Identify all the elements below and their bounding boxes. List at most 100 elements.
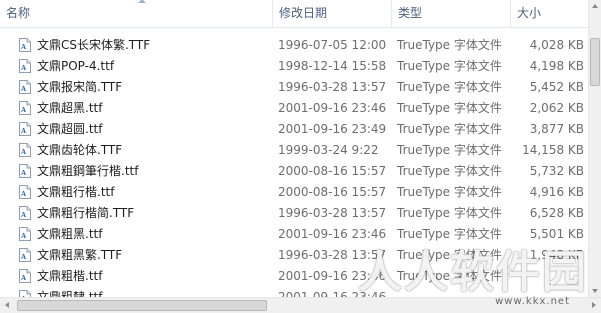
horizontal-scrollbar[interactable] — [0, 297, 601, 313]
file-row[interactable]: A 文鼎粗黑.ttf 2001-09-16 23:46 TrueType 字体文件 5,… — [0, 223, 588, 244]
column-header-size[interactable]: 大小 — [510, 0, 588, 27]
file-name: 文鼎粗黑繁.TTF — [37, 248, 123, 262]
file-size: 4,916 KB — [529, 184, 584, 199]
file-type: TrueType 字体文件 — [397, 38, 502, 52]
file-type: TrueType 字体文件 — [397, 206, 502, 220]
file-name-cell: A 文鼎粗黑繁.TTF — [0, 246, 272, 263]
file-row[interactable]: A 文鼎超黑.ttf 2001-09-16 23:46 TrueType 字体文件 2,… — [0, 97, 588, 118]
file-name-cell: A 文鼎报宋简.TTF — [0, 78, 272, 95]
file-name: 文鼎POP-4.ttf — [37, 59, 115, 73]
svg-text:A: A — [21, 274, 26, 282]
file-type: TrueType 字体文件 — [397, 269, 502, 283]
font-file-icon: A — [19, 247, 31, 262]
file-size: 2,062 KB — [529, 100, 584, 115]
file-name: 文鼎CS长宋体繁.TTF — [37, 38, 151, 52]
file-type: TrueType 字体文件 — [397, 59, 502, 73]
file-type: TrueType 字体文件 — [397, 101, 502, 115]
vertical-scrollbar[interactable] — [588, 0, 601, 297]
file-date: 2001-09-16 23:46 — [278, 100, 387, 115]
scroll-right-arrow-icon[interactable] — [592, 302, 596, 308]
file-row[interactable]: A 文鼎粗鋼筆行楷.ttf 2000-08-16 15:57 TrueType 字体文… — [0, 160, 588, 181]
file-name: 文鼎粗楷.ttf — [37, 269, 103, 283]
column-header-type[interactable]: 类型 — [391, 0, 510, 27]
file-row[interactable]: A 文鼎粗黑繁.TTF 1996-03-28 13:57 TrueType 字体文件 1… — [0, 244, 588, 265]
font-file-icon: A — [19, 142, 31, 157]
svg-text:A: A — [21, 43, 26, 51]
scroll-down-arrow-icon[interactable] — [592, 289, 598, 293]
file-size: 6,528 KB — [529, 205, 584, 220]
svg-text:A: A — [21, 169, 26, 177]
file-name-cell: A 文鼎粗隸.ttf — [0, 288, 272, 297]
font-file-icon: A — [19, 205, 31, 220]
file-type: TrueType 字体文件 — [397, 80, 502, 94]
font-file-icon: A — [19, 226, 31, 241]
font-file-icon: A — [19, 58, 31, 73]
scroll-left-arrow-icon[interactable] — [5, 302, 9, 308]
svg-text:A: A — [21, 190, 26, 198]
file-name: 文鼎齿轮体.TTF — [37, 143, 123, 157]
file-row[interactable]: A 文鼎CS长宋体繁.TTF 1996-07-05 12:00 TrueType 字体… — [0, 34, 588, 55]
file-date: 2001-09-16 23:46 — [278, 268, 387, 283]
file-name-cell: A 文鼎粗行楷简.TTF — [0, 204, 272, 221]
svg-text:A: A — [21, 106, 26, 114]
file-date: 1996-07-05 12:00 — [278, 37, 387, 52]
file-type: TrueType 字体文件 — [397, 143, 502, 157]
font-file-icon: A — [19, 289, 31, 297]
file-type: TrueType 字体文件 — [397, 248, 502, 262]
file-date: 2001-09-16 23:46 — [278, 226, 387, 241]
file-name: 文鼎粗隸.ttf — [37, 290, 103, 297]
font-file-icon: A — [19, 37, 31, 52]
scroll-up-arrow-icon[interactable] — [592, 4, 598, 8]
file-date: 1999-03-24 9:22 — [278, 142, 379, 157]
file-row[interactable]: A 文鼎粗隸.ttf 2001-09-16 23:46 — [0, 286, 588, 297]
file-date: 1998-12-14 15:58 — [278, 58, 387, 73]
file-row[interactable]: A 文鼎粗行楷简.TTF 1996-03-28 13:57 TrueType 字体文件… — [0, 202, 588, 223]
svg-text:A: A — [21, 232, 26, 240]
svg-text:A: A — [21, 253, 26, 261]
file-row[interactable]: A 文鼎超圆.ttf 2001-09-16 23:49 TrueType 字体文件 3,… — [0, 118, 588, 139]
file-size: 3,877 KB — [529, 121, 584, 136]
file-type: TrueType 字体文件 — [397, 164, 502, 178]
font-file-icon: A — [19, 79, 31, 94]
sort-ascending-icon — [138, 0, 146, 3]
file-name-cell: A 文鼎粗楷.ttf — [0, 267, 272, 284]
column-header-date-label: 修改日期 — [279, 6, 328, 20]
file-list: A 文鼎CS长宋体繁.TTF 1996-07-05 12:00 TrueType 字体… — [0, 34, 588, 297]
file-type: TrueType 字体文件 — [397, 122, 502, 136]
file-name-cell: A 文鼎CS长宋体繁.TTF — [0, 36, 272, 53]
file-size: 4,198 KB — [529, 58, 584, 73]
file-name: 文鼎超黑.ttf — [37, 101, 103, 115]
file-name: 文鼎报宋简.TTF — [37, 80, 123, 94]
file-row[interactable]: A 文鼎粗楷.ttf 2001-09-16 23:46 TrueType 字体文件 — [0, 265, 588, 286]
column-header-type-label: 类型 — [398, 6, 423, 20]
file-row[interactable]: A 文鼎POP-4.ttf 1998-12-14 15:58 TrueType 字体文… — [0, 55, 588, 76]
file-explorer-window: 名称 修改日期 类型 大小 A 文鼎CS长宋体繁.TTF 1996-07-05 12… — [0, 0, 601, 313]
file-name: 文鼎超圆.ttf — [37, 122, 103, 136]
font-file-icon: A — [19, 268, 31, 283]
file-size: 5,732 KB — [529, 163, 584, 178]
font-file-icon: A — [19, 100, 31, 115]
vertical-scrollbar-thumb[interactable] — [590, 38, 600, 86]
file-size: 5,501 KB — [529, 226, 584, 241]
file-name-cell: A 文鼎粗鋼筆行楷.ttf — [0, 162, 272, 179]
file-row[interactable]: A 文鼎齿轮体.TTF 1999-03-24 9:22 TrueType 字体文件 14… — [0, 139, 588, 160]
file-name-cell: A 文鼎粗行楷.ttf — [0, 183, 272, 200]
file-name: 文鼎粗黑.ttf — [37, 227, 103, 241]
file-date: 1996-03-28 13:57 — [278, 205, 387, 220]
file-size: 14,158 KB — [522, 142, 584, 157]
horizontal-scrollbar-thumb[interactable] — [17, 300, 267, 311]
file-date: 1996-03-28 13:57 — [278, 247, 387, 262]
file-name-cell: A 文鼎粗黑.ttf — [0, 225, 272, 242]
column-header-date[interactable]: 修改日期 — [272, 0, 391, 27]
svg-text:A: A — [21, 148, 26, 156]
file-name: 文鼎粗行楷.ttf — [37, 185, 115, 199]
file-date: 2001-09-16 23:46 — [278, 289, 387, 298]
column-header-name[interactable]: 名称 — [0, 0, 272, 27]
file-date: 2000-08-16 15:57 — [278, 184, 387, 199]
svg-text:A: A — [21, 211, 26, 219]
file-name-cell: A 文鼎超圆.ttf — [0, 120, 272, 137]
file-row[interactable]: A 文鼎粗行楷.ttf 2000-08-16 15:57 TrueType 字体文件 4… — [0, 181, 588, 202]
file-size: 5,452 KB — [529, 79, 584, 94]
file-type: TrueType 字体文件 — [397, 185, 502, 199]
file-row[interactable]: A 文鼎报宋简.TTF 1996-03-28 13:57 TrueType 字体文件 5… — [0, 76, 588, 97]
